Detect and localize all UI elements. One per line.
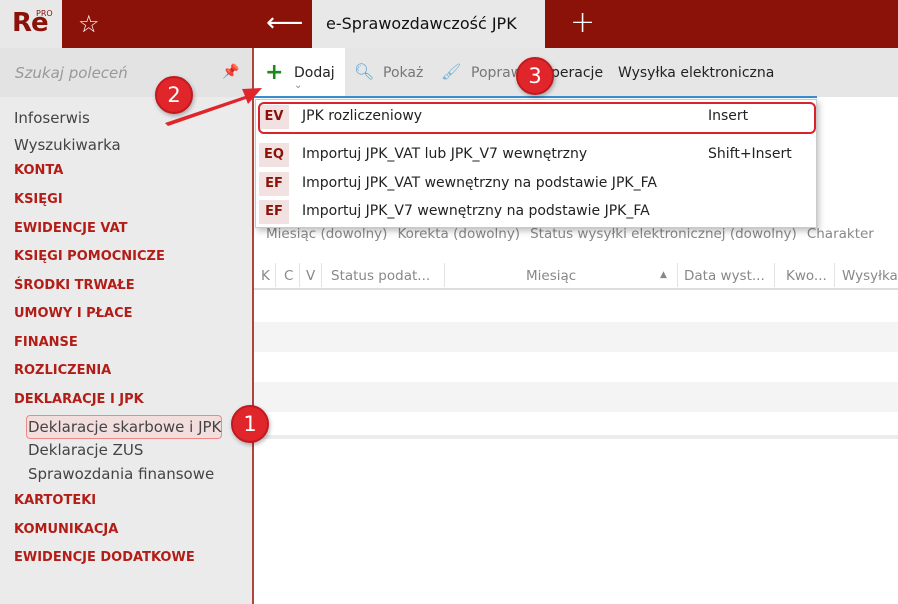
table-row[interactable] xyxy=(254,382,898,412)
show-button[interactable]: Pokaż xyxy=(383,65,423,81)
callout-1: 1 xyxy=(231,405,269,443)
menu-item-shortcut: Shift+Insert xyxy=(708,146,792,162)
col-send[interactable]: Wysyłka xyxy=(842,268,898,284)
chevron-down-icon[interactable]: ⌄ xyxy=(294,80,302,91)
callout-3: 3 xyxy=(516,57,554,95)
sidebar-item[interactable]: ŚRODKI TRWAŁE xyxy=(14,278,135,293)
col-date[interactable]: Data wyst... xyxy=(684,268,765,284)
filter-character[interactable]: Charakter xyxy=(807,226,874,242)
menu-item-import-jpk-vat-v7[interactable]: EQ Importuj JPK_VAT lub JPK_V7 wewnętrzn… xyxy=(256,141,816,169)
sidebar-item[interactable]: Deklaracje ZUS xyxy=(28,441,143,459)
col-amount[interactable]: Kwo... xyxy=(786,268,827,284)
sidebar-item[interactable]: ROZLICZENIA xyxy=(14,363,111,378)
sidebar-item[interactable]: EWIDENCJE VAT xyxy=(14,221,128,236)
brush-icon: 🖌︎ xyxy=(441,62,462,81)
menu-item-label: Importuj JPK_VAT lub JPK_V7 wewnętrzny xyxy=(302,146,588,162)
favorite-star-icon[interactable]: ☆ xyxy=(78,10,100,38)
sidebar-item[interactable]: UMOWY I PŁACE xyxy=(14,306,133,321)
sidebar-item[interactable]: KONTA xyxy=(14,163,63,178)
sidebar-item[interactable]: FINANSE xyxy=(14,335,78,350)
sidebar-item[interactable]: Wyszukiwarka xyxy=(14,136,121,154)
sidebar-item[interactable]: KSIĘGI POMOCNICZE xyxy=(14,249,165,264)
sidebar-item[interactable]: Sprawozdania finansowe xyxy=(28,465,214,483)
table-row[interactable] xyxy=(254,352,898,382)
highlight-frame xyxy=(258,102,816,134)
back-arrow-icon[interactable]: ⟵ xyxy=(266,8,303,38)
focus-line xyxy=(254,96,817,98)
electronic-send-button[interactable]: Wysyłka elektroniczna xyxy=(618,65,774,81)
eq-badge-icon: EQ xyxy=(259,143,289,167)
sidebar-item[interactable]: KOMUNIKACJA xyxy=(14,522,118,537)
scrollbar[interactable] xyxy=(254,435,898,439)
menu-item-label: Importuj JPK_V7 wewnętrzny na podstawie … xyxy=(302,203,650,219)
ef-badge-icon: EF xyxy=(259,172,289,196)
callout-2: 2 xyxy=(155,76,193,114)
col-status[interactable]: Status podat... xyxy=(331,268,430,284)
filter-bar: Miesiąc (dowolny) Korekta (dowolny) Status… xyxy=(266,226,884,242)
menu-item-import-jpk-vat-fa[interactable]: EF Importuj JPK_VAT wewnętrzny na podsta… xyxy=(256,170,816,198)
filter-send-status[interactable]: Status wysyłki elektronicznej (dowolny) xyxy=(530,226,797,242)
col-c[interactable]: C xyxy=(284,268,293,284)
filter-correction[interactable]: Korekta (dowolny) xyxy=(397,226,520,242)
tab-e-sprawozdawczosc[interactable]: e-Sprawozdawczość JPK xyxy=(312,0,545,48)
sidebar-item[interactable]: EWIDENCJE DODATKOWE xyxy=(14,550,195,565)
menu-item-import-jpk-v7-fa[interactable]: EF Importuj JPK_V7 wewnętrzny na podstaw… xyxy=(256,198,816,226)
ef-badge-icon: EF xyxy=(259,200,289,224)
sidebar-item[interactable]: DEKLARACJE I JPK xyxy=(14,392,144,407)
sort-asc-icon: ▲ xyxy=(660,270,667,280)
filter-month[interactable]: Miesiąc (dowolny) xyxy=(266,226,387,242)
sidebar xyxy=(0,48,252,604)
add-label: Dodaj xyxy=(294,65,335,81)
col-v[interactable]: V xyxy=(306,268,315,284)
table-row[interactable] xyxy=(254,322,898,352)
sidebar-item[interactable]: Infoserwis xyxy=(14,109,90,127)
table-header: K C V Status podat... Miesiąc ▲ Data wys… xyxy=(254,260,898,290)
sidebar-item[interactable]: KARTOTEKI xyxy=(14,493,96,508)
search-icon: 🔍︎ xyxy=(354,62,375,81)
new-tab-plus-icon[interactable]: + xyxy=(570,5,595,40)
edit-button[interactable]: Popraw xyxy=(471,65,522,81)
sidebar-item[interactable]: KSIĘGI xyxy=(14,192,63,207)
col-month[interactable]: Miesiąc xyxy=(526,268,576,284)
col-k[interactable]: K xyxy=(261,268,270,284)
sidebar-item[interactable]: Deklaracje skarbowe i JPK xyxy=(28,418,221,436)
app-logo: Re PRO xyxy=(0,0,62,48)
search-placeholder: Szukaj poleceń xyxy=(15,64,128,82)
menu-item-label: Importuj JPK_VAT wewnętrzny na podstawie… xyxy=(302,175,657,191)
